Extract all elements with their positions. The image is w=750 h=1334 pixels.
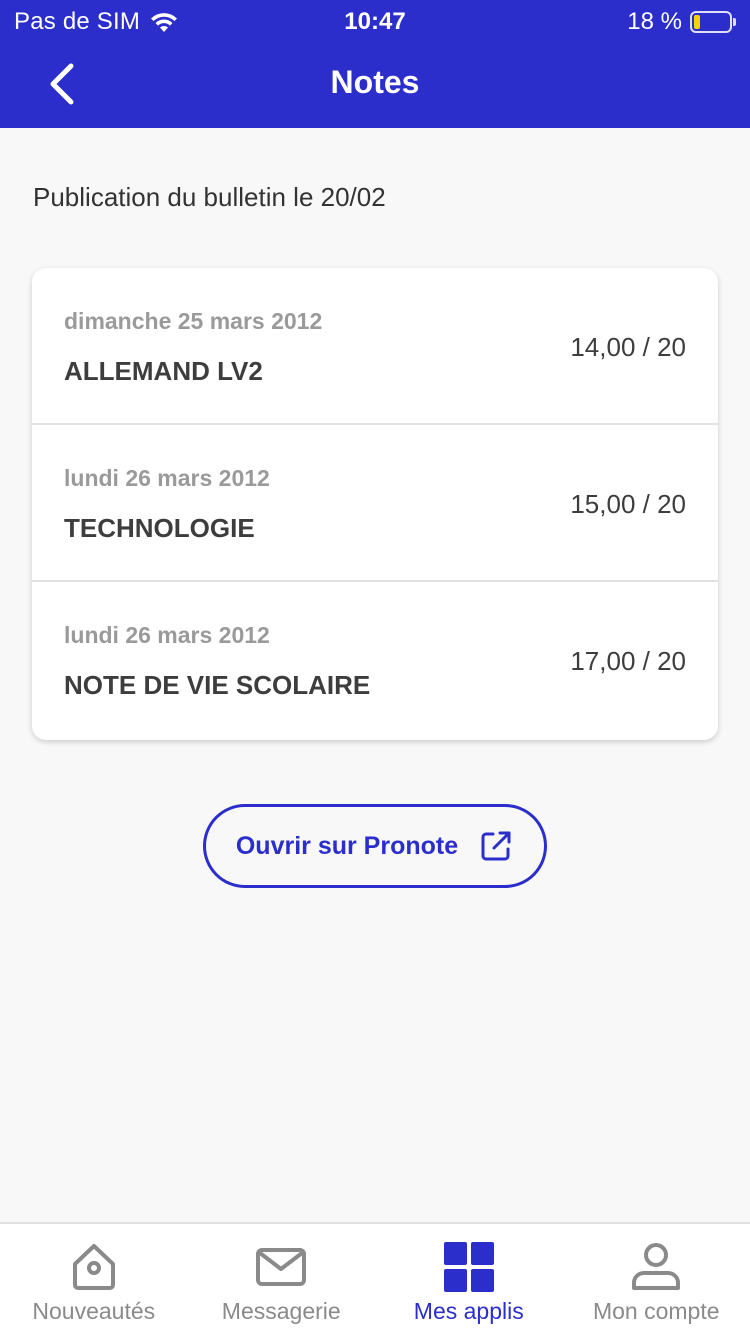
nav-label: Mon compte (592, 1298, 720, 1324)
grade-subject: TECHNOLOGIE (64, 513, 255, 543)
nav-item-messagerie[interactable]: Messagerie (188, 1224, 376, 1334)
apps-grid-icon (443, 1242, 494, 1292)
mail-icon (256, 1248, 307, 1286)
page-title: Notes (330, 64, 420, 100)
battery-icon (690, 11, 736, 33)
status-bar: Pas de SIM 10:47 18 % (0, 0, 750, 42)
grade-value: 15,00 / 20 (570, 489, 686, 519)
nav-label: Messagerie (221, 1298, 341, 1324)
nav-item-nouveautes[interactable]: Nouveautés (0, 1224, 188, 1334)
nav-label: Nouveautés (32, 1298, 156, 1324)
grade-date: dimanche 25 mars 2012 (64, 308, 323, 334)
external-link-icon (481, 831, 511, 861)
account-icon (632, 1243, 681, 1290)
publication-info: Publication du bulletin le 20/02 (33, 182, 386, 212)
grade-subject: NOTE DE VIE SCOLAIRE (64, 670, 371, 700)
open-pronote-button[interactable]: Ouvrir sur Pronote (203, 804, 547, 888)
battery-fill (694, 15, 700, 29)
nav-label: Mes applis (413, 1298, 524, 1324)
grade-row[interactable]: lundi 26 mars 2012 TECHNOLOGIE 15,00 / 2… (32, 425, 718, 582)
grade-value: 14,00 / 20 (570, 332, 686, 362)
screen: Pas de SIM 10:47 18 % Notes Publication … (0, 0, 750, 1334)
grades-card: dimanche 25 mars 2012 ALLEMAND LV2 14,00… (32, 268, 718, 740)
status-right: 18 % (627, 8, 736, 36)
grade-value: 17,00 / 20 (570, 646, 686, 676)
nav-item-mon-compte[interactable]: Mon compte (563, 1224, 750, 1334)
grade-row[interactable]: lundi 26 mars 2012 NOTE DE VIE SCOLAIRE … (32, 582, 718, 739)
battery-percent: 18 % (627, 8, 682, 35)
grade-date: lundi 26 mars 2012 (64, 622, 270, 648)
grade-row[interactable]: dimanche 25 mars 2012 ALLEMAND LV2 14,00… (32, 268, 718, 425)
grade-date: lundi 26 mars 2012 (64, 465, 270, 491)
nav-item-mes-applis[interactable]: Mes applis (375, 1224, 563, 1334)
home-icon (72, 1244, 115, 1290)
grade-subject: ALLEMAND LV2 (64, 356, 263, 386)
bottom-nav: Nouveautés Messagerie Mes applis Mon com… (0, 1222, 750, 1334)
app-header: Pas de SIM 10:47 18 % Notes (0, 0, 750, 128)
open-pronote-label: Ouvrir sur Pronote (235, 831, 459, 860)
